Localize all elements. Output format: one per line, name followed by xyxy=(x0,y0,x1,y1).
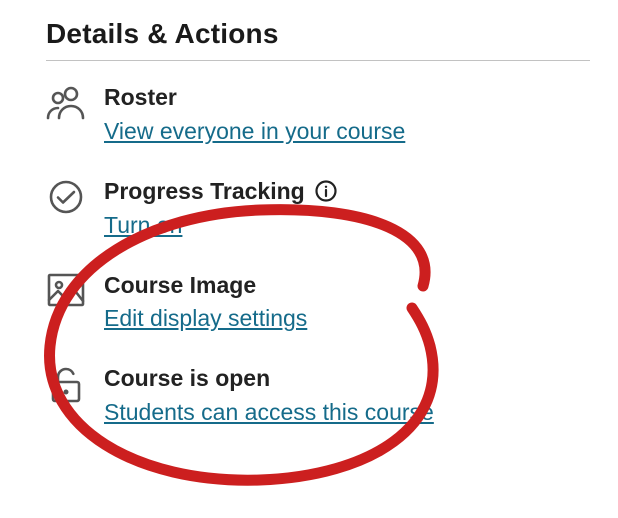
roster-label: Roster xyxy=(104,83,177,112)
item-course-image: Course Image Edit display settings xyxy=(46,271,590,335)
panel-divider xyxy=(46,60,590,61)
people-icon xyxy=(46,83,86,121)
panel-heading: Details & Actions xyxy=(46,18,590,50)
checkmark-circle-icon xyxy=(46,177,86,215)
item-course-status: Course is open Students can access this … xyxy=(46,364,590,428)
course-status-label: Course is open xyxy=(104,364,270,393)
item-progress-tracking: Progress Tracking Turn on xyxy=(46,177,590,241)
progress-link[interactable]: Turn on xyxy=(104,210,182,241)
details-actions-panel: Details & Actions Roster View everyone i… xyxy=(0,0,618,428)
roster-link[interactable]: View everyone in your course xyxy=(104,116,405,147)
course-status-link[interactable]: Students can access this course xyxy=(104,397,434,428)
image-icon xyxy=(46,271,86,307)
progress-label: Progress Tracking xyxy=(104,177,305,206)
unlock-icon xyxy=(46,364,86,404)
course-image-label: Course Image xyxy=(104,271,256,300)
item-roster: Roster View everyone in your course xyxy=(46,83,590,147)
info-icon[interactable] xyxy=(315,180,337,202)
course-image-link[interactable]: Edit display settings xyxy=(104,303,307,334)
